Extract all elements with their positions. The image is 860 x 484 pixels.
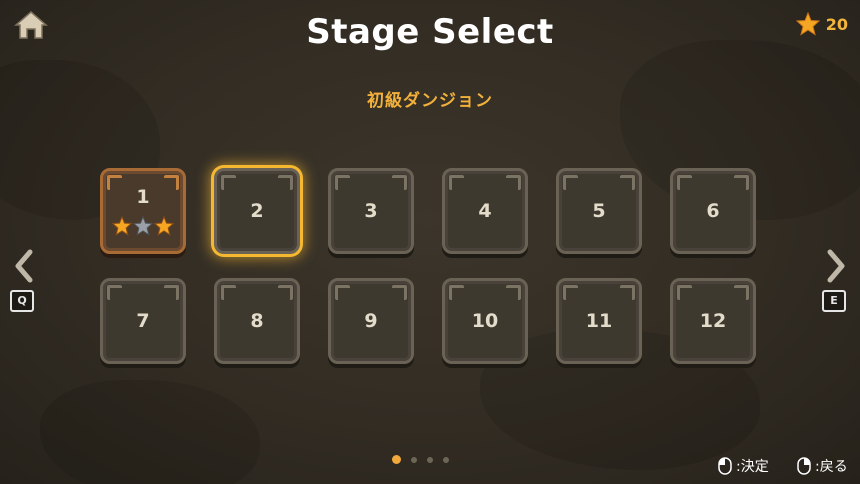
total-stars-counter: 20 [795, 12, 848, 36]
stage-tile-1[interactable]: 1 [100, 168, 186, 254]
stage-rating [112, 216, 174, 236]
stage-number: 10 [471, 310, 499, 332]
stage-tile-3[interactable]: 3 [328, 168, 414, 254]
page-title: Stage Select [306, 12, 554, 52]
page-indicator [392, 455, 449, 464]
stage-number: 5 [592, 200, 606, 222]
stage-number: 2 [250, 200, 264, 222]
star-gold-icon [112, 216, 132, 236]
stage-tile-6[interactable]: 6 [670, 168, 756, 254]
stage-tile-2[interactable]: 2 [214, 168, 300, 254]
stage-tile-7[interactable]: 7 [100, 278, 186, 364]
stage-tile-12[interactable]: 12 [670, 278, 756, 364]
next-page-button[interactable] [824, 248, 848, 284]
page-dot-4[interactable] [443, 456, 449, 463]
stage-number: 9 [364, 310, 378, 332]
back-hint: :戻る [797, 456, 848, 476]
stage-tile-9[interactable]: 9 [328, 278, 414, 364]
page-dot-3[interactable] [427, 456, 433, 463]
stage-number: 8 [250, 310, 264, 332]
prev-page-button[interactable] [12, 248, 36, 284]
page-dot-2[interactable] [411, 456, 417, 463]
stage-number: 12 [699, 310, 727, 332]
stage-number: 6 [706, 200, 720, 222]
star-count: 20 [825, 14, 848, 34]
stage-number: 11 [585, 310, 613, 332]
stage-tile-8[interactable]: 8 [214, 278, 300, 364]
background-rock [40, 380, 260, 484]
prev-key-hint: Q [10, 290, 34, 312]
star-gold-icon [154, 216, 174, 236]
stage-number: 3 [364, 200, 378, 222]
star-silver-icon [133, 216, 153, 236]
stage-number: 7 [136, 310, 150, 332]
confirm-hint-label: :決定 [736, 459, 769, 475]
stage-select-screen: Stage Select 20 初級ダンジョン 1 2 3 4 5 6 7 8 … [0, 0, 860, 484]
chevron-right-icon [827, 249, 845, 283]
stage-number: 1 [136, 186, 150, 208]
stage-tile-4[interactable]: 4 [442, 168, 528, 254]
stage-tile-11[interactable]: 11 [556, 278, 642, 364]
page-dot-1[interactable] [392, 455, 401, 464]
mouse-right-click-icon [797, 457, 811, 475]
chevron-left-icon [15, 249, 33, 283]
stage-tile-10[interactable]: 10 [442, 278, 528, 364]
star-icon [795, 12, 820, 36]
next-key-hint: E [822, 290, 846, 312]
back-hint-label: :戻る [815, 459, 848, 475]
dungeon-name: 初級ダンジョン [367, 91, 493, 111]
confirm-hint: :決定 [718, 456, 769, 476]
stage-tile-5[interactable]: 5 [556, 168, 642, 254]
stage-number: 4 [478, 200, 492, 222]
stage-grid: 1 2 3 4 5 6 7 8 9 10 11 12 [100, 168, 760, 368]
mouse-left-click-icon [718, 457, 732, 475]
